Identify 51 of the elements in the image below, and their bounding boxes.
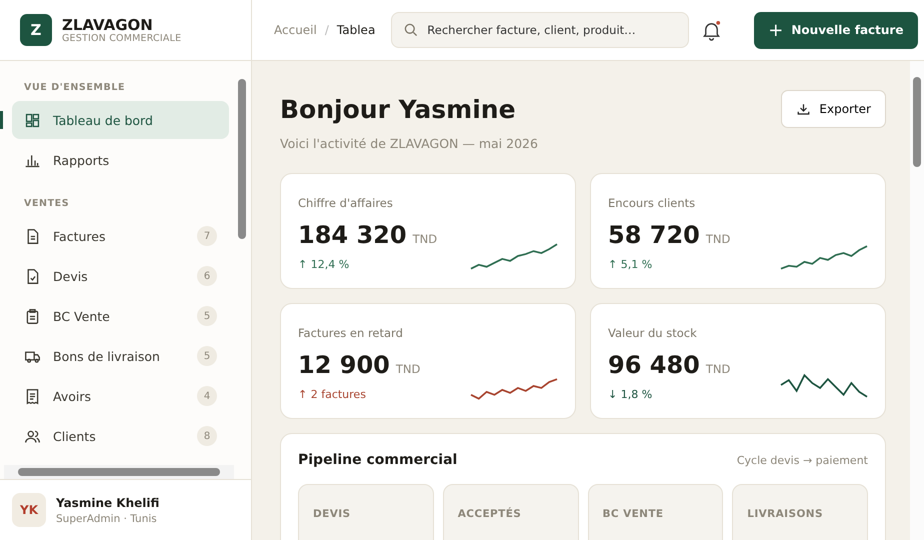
count-badge: 7 — [197, 226, 217, 246]
kpi-delta: ↓ 1,8 % — [608, 388, 654, 401]
kpi-delta: ↑ 5,1 % — [608, 258, 654, 271]
sidebar-item[interactable]: Clients 8 — [12, 417, 229, 455]
pipeline-stage: DEVIS — [298, 484, 434, 540]
sidebar-item[interactable]: Bons de livraison 5 — [12, 337, 229, 375]
search-field[interactable]: Rechercher facture, client, produit… — [391, 12, 690, 48]
kpi-unit: TND — [706, 362, 730, 376]
user-role: SuperAdmin · Tunis — [56, 512, 158, 524]
avatar: YK — [12, 493, 46, 527]
new-invoice-button[interactable]: + Nouvelle facture — [754, 12, 918, 48]
kpi-unit: TND — [396, 362, 420, 376]
kpi-value: 184 320 — [298, 221, 407, 249]
count-badge: 5 — [197, 346, 217, 366]
breadcrumb-link[interactable]: Tablea — [336, 23, 376, 37]
kpi-label: Chiffre d'affaires — [298, 196, 393, 210]
pipeline-stage: BC VENTE — [588, 484, 724, 540]
pipeline-stage: LIVRAISONS — [732, 484, 868, 540]
section-title: VENTES — [23, 197, 70, 211]
kpi-label: Valeur du stock — [608, 326, 697, 340]
count-badge: 5 — [197, 306, 217, 326]
sidebar-item[interactable]: Rapports — [12, 141, 229, 179]
pipeline-title: Pipeline commercial — [298, 452, 458, 468]
export-button[interactable]: Exporter — [781, 90, 886, 128]
page-title: Bonjour Yasmine — [280, 95, 517, 124]
page-subtitle: Voici l'activité de ZLAVAGON — mai 2026 — [280, 136, 538, 151]
sidebar-item[interactable]: Factures 7 — [12, 217, 229, 255]
pipeline-note: Cycle devis → paiement — [736, 454, 868, 466]
kpi-delta: ↑ 12,4 % — [298, 258, 350, 271]
count-badge: 8 — [197, 426, 217, 446]
count-badge: 6 — [197, 266, 217, 286]
breadcrumb-link[interactable]: Accueil — [274, 23, 317, 37]
sidebar-item[interactable]: Avoirs 4 — [12, 377, 229, 415]
sidebar-item[interactable]: Devis 6 — [12, 257, 229, 295]
user-name: Yasmine Khelifi — [56, 496, 160, 510]
logo-icon: Z — [20, 14, 52, 46]
kpi-value: 96 480 — [608, 351, 700, 379]
kpi-value: 12 900 — [298, 351, 390, 379]
kpi-value: 58 720 — [608, 221, 700, 249]
kpi-unit: TND — [706, 232, 730, 246]
brand-name: ZLAVAGON — [62, 16, 154, 32]
kpi-label: Factures en retard — [298, 326, 403, 340]
kpi-label: Encours clients — [608, 196, 696, 210]
breadcrumb-separator: / — [324, 23, 329, 37]
brand-tagline: GESTION COMMERCIALE — [62, 32, 182, 44]
kpi-unit: TND — [412, 232, 438, 246]
count-badge: 4 — [197, 386, 217, 406]
kpi-delta: ↑ 2 factures — [298, 388, 367, 401]
section-title: VUE D'ENSEMBLE — [23, 81, 126, 95]
pipeline-stage: ACCEPTÉS — [442, 484, 578, 540]
sidebar-item[interactable]: BC Vente 5 — [12, 297, 229, 335]
